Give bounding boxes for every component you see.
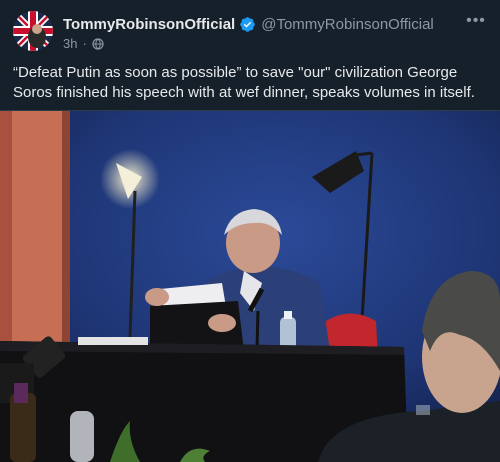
verified-badge-icon bbox=[240, 17, 255, 32]
more-options-icon[interactable]: ••• bbox=[464, 12, 488, 32]
post-image[interactable] bbox=[0, 110, 500, 462]
handle[interactable]: @TommyRobinsonOfficial bbox=[261, 16, 434, 33]
separator-dot: · bbox=[82, 36, 87, 51]
globe-icon bbox=[92, 37, 104, 50]
avatar[interactable] bbox=[13, 11, 53, 51]
post-text: “Defeat Putin as soon as possible” to sa… bbox=[13, 64, 475, 101]
display-name[interactable]: TommyRobinsonOfficial bbox=[63, 16, 235, 33]
post-header: TommyRobinsonOfficial @TommyRobinsonOffi… bbox=[0, 0, 500, 56]
post-time[interactable]: 3h bbox=[63, 36, 77, 51]
